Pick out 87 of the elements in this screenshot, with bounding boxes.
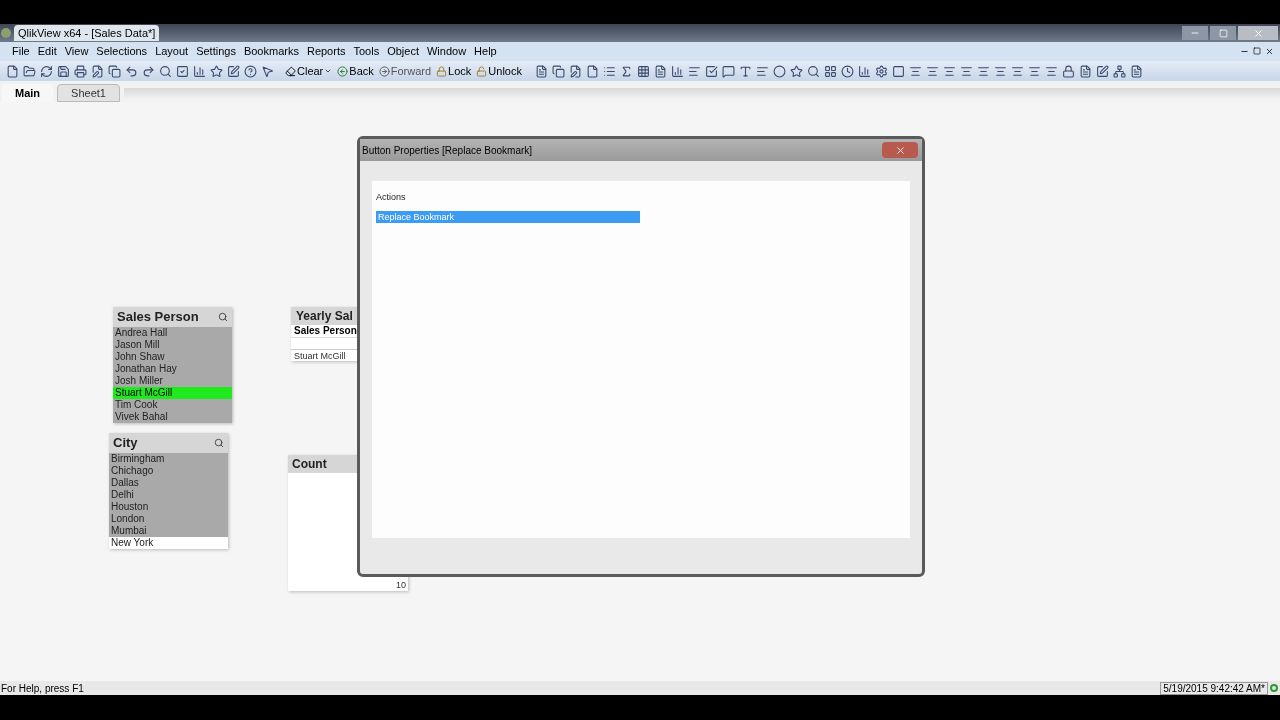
column-header: Sales Person bbox=[291, 325, 357, 337]
list-item[interactable]: 10 bbox=[396, 580, 408, 591]
lock-icon bbox=[436, 65, 448, 77]
print-icon[interactable] bbox=[72, 63, 88, 79]
close-icon bbox=[894, 144, 906, 156]
caret-icon bbox=[324, 67, 333, 75]
list-item[interactable]: Birmingham bbox=[109, 453, 228, 465]
bar-chart-icon[interactable] bbox=[670, 63, 686, 79]
search-icon[interactable] bbox=[214, 438, 224, 448]
list-item[interactable]: Jason Mill bbox=[113, 339, 232, 351]
list-item[interactable]: Tim Cook bbox=[113, 399, 232, 411]
sheet-tab[interactable]: Main bbox=[2, 84, 54, 102]
bar-chart-icon[interactable] bbox=[191, 63, 207, 79]
search-icon[interactable] bbox=[806, 63, 822, 79]
list-item[interactable]: Mumbai bbox=[109, 525, 228, 537]
sheet-tab[interactable]: Sheet1 bbox=[57, 84, 120, 102]
square-icon[interactable] bbox=[891, 63, 907, 79]
save-icon[interactable] bbox=[55, 63, 71, 79]
menu-item[interactable]: Layout bbox=[151, 43, 193, 60]
clear-button[interactable]: Clear bbox=[283, 62, 335, 80]
checkbox-icon[interactable] bbox=[704, 63, 720, 79]
list-item[interactable]: Andrea Hall bbox=[113, 327, 232, 339]
list-item[interactable]: Josh Miller bbox=[113, 375, 232, 387]
checkbox-icon[interactable] bbox=[174, 63, 190, 79]
status-text: For Help, press F1 bbox=[0, 681, 84, 696]
dialog-title: Button Properties [Replace Bookmark] bbox=[362, 143, 533, 158]
list-item[interactable]: Stuart McGill bbox=[113, 387, 232, 399]
list-box-title: Sales Person bbox=[117, 308, 199, 327]
status-indicator-icon bbox=[1270, 684, 1278, 692]
copy-icon[interactable] bbox=[106, 63, 122, 79]
list-item[interactable]: New York bbox=[109, 537, 228, 549]
app-icon bbox=[1, 28, 11, 38]
list-item[interactable]: Dallas bbox=[109, 477, 228, 489]
close-icon[interactable] bbox=[1265, 47, 1274, 56]
list-item[interactable]: Houston bbox=[109, 501, 228, 513]
menu-item[interactable]: Tools bbox=[349, 43, 384, 60]
copy-icon[interactable] bbox=[551, 63, 567, 79]
menu-item[interactable]: Selections bbox=[92, 43, 152, 60]
grid-icon[interactable] bbox=[636, 63, 652, 79]
unlock-button[interactable]: Unlock bbox=[474, 62, 524, 80]
reload-icon[interactable] bbox=[38, 63, 54, 79]
list-item[interactable]: John Shaw bbox=[113, 351, 232, 363]
restore-icon[interactable] bbox=[1253, 47, 1261, 55]
list-item[interactable]: Delhi bbox=[109, 489, 228, 501]
search-icon[interactable] bbox=[157, 63, 173, 79]
list-box-title: City bbox=[113, 434, 138, 453]
star-icon[interactable] bbox=[208, 63, 224, 79]
help-icon[interactable] bbox=[242, 63, 258, 79]
forward-button[interactable]: Forward bbox=[376, 62, 434, 80]
bar-chart-icon[interactable] bbox=[857, 63, 873, 79]
menu-item[interactable]: Bookmarks bbox=[239, 43, 303, 60]
back-button[interactable]: Back bbox=[335, 62, 376, 80]
list-item[interactable]: Vivek Bahal bbox=[113, 411, 232, 423]
pencil-square-icon[interactable] bbox=[1095, 63, 1111, 79]
list-box-title: Count bbox=[292, 456, 327, 473]
search-icon[interactable] bbox=[218, 312, 228, 322]
lock-icon[interactable] bbox=[1061, 63, 1077, 79]
pencil-square-icon[interactable] bbox=[225, 63, 241, 79]
unlock-icon bbox=[476, 65, 488, 77]
comment-icon[interactable] bbox=[721, 63, 737, 79]
menu-item[interactable]: Object bbox=[383, 43, 423, 60]
table-title: Yearly Sal bbox=[291, 307, 357, 325]
menu-item[interactable]: View bbox=[60, 43, 93, 60]
window-title: QlikView x64 - [Sales Data*] bbox=[14, 24, 160, 42]
menu-item[interactable]: Window bbox=[422, 43, 471, 60]
eraser-icon bbox=[285, 65, 296, 77]
list-item[interactable]: Jonathan Hay bbox=[113, 363, 232, 375]
close-icon bbox=[1252, 27, 1264, 39]
clock-icon[interactable] bbox=[840, 63, 856, 79]
menu-item[interactable]: Reports bbox=[302, 43, 350, 60]
layout-icon[interactable] bbox=[823, 63, 839, 79]
settings-icon[interactable] bbox=[874, 63, 890, 79]
timestamp: 5/19/2015 9:42:42 AM* bbox=[1160, 681, 1268, 695]
lock-button[interactable]: Lock bbox=[434, 62, 474, 80]
circle-icon[interactable] bbox=[772, 63, 788, 79]
menu-item[interactable]: Help bbox=[470, 43, 501, 60]
list-item[interactable]: London bbox=[109, 513, 228, 525]
menu-item[interactable]: Settings bbox=[192, 43, 240, 60]
restore-icon bbox=[1218, 28, 1228, 38]
actions-label: Actions bbox=[376, 191, 407, 204]
network-icon[interactable] bbox=[1112, 63, 1128, 79]
menu-item[interactable]: File bbox=[8, 43, 34, 60]
folder-icon[interactable] bbox=[21, 63, 37, 79]
menu-item[interactable]: Edit bbox=[33, 43, 61, 60]
table-cell: Stuart McGill bbox=[291, 349, 357, 361]
list-item[interactable]: Chichago bbox=[109, 465, 228, 477]
star-icon[interactable] bbox=[789, 63, 805, 79]
